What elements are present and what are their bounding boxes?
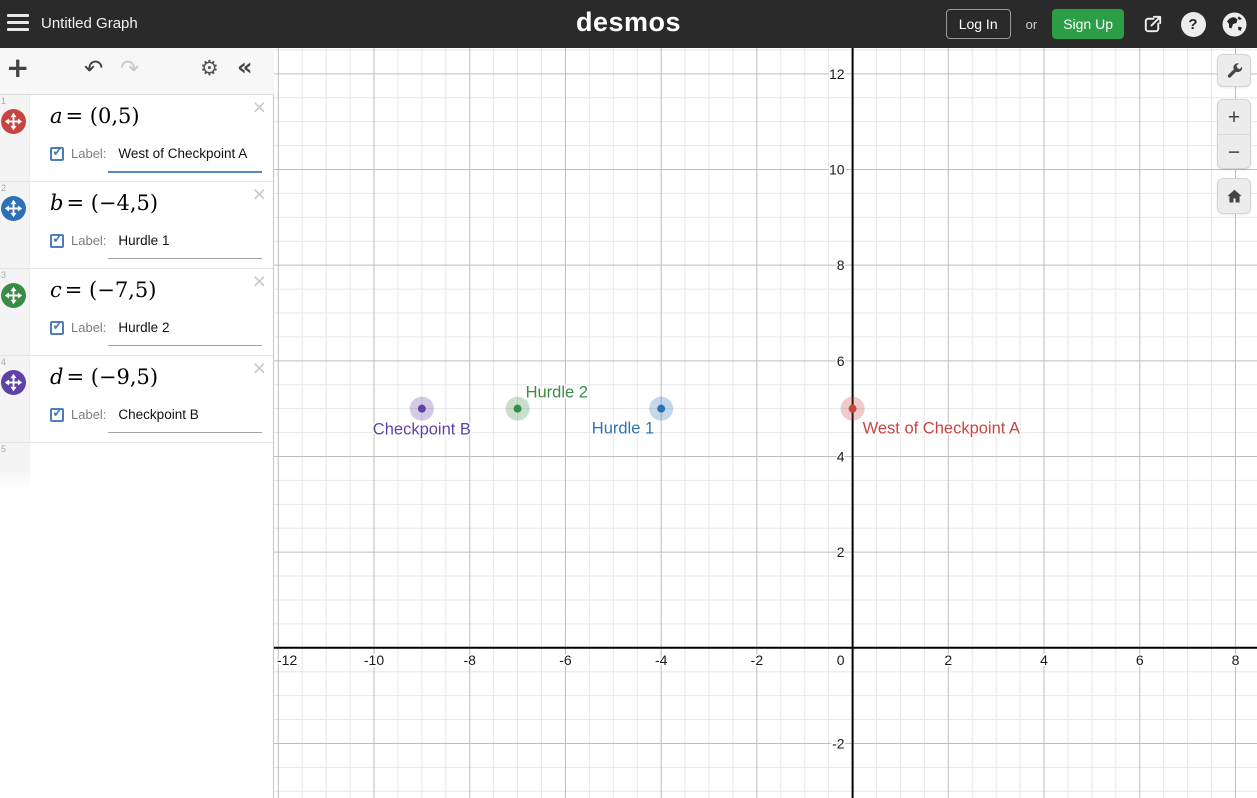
language-globe-icon[interactable] [1221,11,1247,37]
zoom-out-icon[interactable]: − [1218,135,1250,170]
delete-expression-icon[interactable]: × [253,270,266,293]
empty-expression-gutter[interactable]: 5 [0,443,30,491]
label-input-underline [108,258,262,259]
show-label-checkbox[interactable]: ✓ [50,404,64,422]
sign-up-button[interactable]: Sign Up [1052,9,1124,39]
label-input-underline [108,171,262,173]
point-label: Hurdle 2 [526,384,588,402]
axis-tick-label: 4 [837,448,845,464]
graph-point[interactable] [417,404,426,413]
graph-paper[interactable]: -12 -10 -8 -6 -4 -2 2 4 6 8 -2 2 4 6 8 10 12 0 West of Che… [274,48,1257,798]
movable-point-icon[interactable] [1,196,26,221]
label-input[interactable]: West of Checkpoint A [118,146,247,161]
label-input[interactable]: Checkpoint B [118,407,198,422]
axis-tick-label: 2 [944,652,952,668]
axis-tick-label: -12 [277,652,297,668]
axis-tick-label: -10 [364,652,384,668]
axis-tick-label: 0 [837,652,845,668]
axis-tick-label: 2 [837,544,845,560]
expression-row[interactable]: 1 × a = (0,5) ✓ Label: West of Checkpoint… [0,95,273,182]
axis-tick-label: 6 [1136,652,1144,668]
graph-point[interactable] [657,404,666,413]
log-in-button[interactable]: Log In [945,9,1011,39]
expression-number: 1 [1,96,7,106]
expression-latex[interactable]: a = (0,5) [50,104,140,128]
label-caption: Label: [71,233,107,248]
movable-point-icon[interactable] [1,370,26,395]
redo-icon[interactable]: ↷ [120,56,139,82]
collapse-sidebar-icon[interactable]: « [237,53,253,81]
expression-gutter[interactable]: 3 [0,269,30,355]
undo-icon[interactable]: ↶ [84,56,103,82]
point-label: Checkpoint B [373,421,471,439]
axis-tick-label: 10 [829,161,845,177]
expression-latex[interactable]: b = (−4,5) [50,191,158,215]
top-bar: Untitled Graph desmos Log In or Sign Up … [0,0,1257,48]
axis-tick-label: 8 [837,257,845,273]
expression-row[interactable]: 3 × c = (−7,5) ✓ Label: Hurdle 2 [0,269,273,356]
label-input-underline [108,345,262,346]
graph-point[interactable] [848,404,857,413]
zoom-controls: + − [1217,99,1251,169]
label-caption: Label: [71,407,107,422]
help-icon[interactable]: ? [1180,11,1206,37]
expression-number: 5 [1,444,7,454]
delete-expression-icon[interactable]: × [253,183,266,206]
topbar-right-cluster: Log In or Sign Up ? [945,0,1247,48]
point-label: West of Checkpoint A [863,420,1020,438]
expression-gutter[interactable]: 1 [0,95,30,181]
delete-expression-icon[interactable]: × [253,96,266,119]
expression-gutter[interactable]: 2 [0,182,30,268]
axis-tick-label: -2 [751,652,764,668]
zoom-in-icon[interactable]: + [1218,100,1250,135]
expression-row[interactable]: 2 × b = (−4,5) ✓ Label: Hurdle 1 [0,182,273,269]
share-icon[interactable] [1139,11,1165,37]
expression-gutter[interactable]: 4 [0,356,30,442]
show-label-checkbox[interactable]: ✓ [50,317,64,335]
axis-tick-label: 8 [1232,652,1240,668]
axis-tick-label: 6 [837,353,845,369]
expression-toolbar: + ↶ ↷ ⚙ « [0,48,274,95]
edit-list-gear-icon[interactable]: ⚙ [200,56,219,80]
expression-number: 4 [1,357,7,367]
expression-row[interactable]: 4 × d = (−9,5) ✓ Label: Checkpoint B [0,356,273,443]
label-input-underline [108,432,262,433]
movable-point-icon[interactable] [1,109,26,134]
point-label: Hurdle 1 [592,420,654,438]
axis-tick-label: 4 [1040,652,1048,668]
expression-latex[interactable]: d = (−9,5) [50,365,158,389]
axis-tick-label: -4 [655,652,668,668]
add-expression-icon[interactable]: + [6,51,29,84]
label-caption: Label: [71,320,107,335]
movable-point-icon[interactable] [1,283,26,308]
default-viewport-home-icon[interactable] [1217,178,1251,214]
label-caption: Label: [71,146,107,161]
axis-tick-label: -2 [832,735,845,751]
label-input[interactable]: Hurdle 2 [118,320,169,335]
label-input[interactable]: Hurdle 1 [118,233,169,248]
delete-expression-icon[interactable]: × [253,357,266,380]
graph-settings-wrench-icon[interactable] [1217,54,1251,87]
graph-canvas[interactable]: -12 -10 -8 -6 -4 -2 2 4 6 8 -2 2 4 6 8 10 12 0 West of Che… [274,48,1257,798]
graph-point[interactable] [513,404,522,413]
expression-number: 2 [1,183,7,193]
axis-tick-label: -6 [559,652,572,668]
or-label: or [1025,16,1038,32]
show-label-checkbox[interactable]: ✓ [50,143,64,161]
desmos-logo: desmos [575,7,682,37]
graph-title[interactable]: Untitled Graph [41,15,138,32]
expression-number: 3 [1,270,7,280]
axis-tick-label: -8 [464,652,477,668]
expression-latex[interactable]: c = (−7,5) [50,278,156,302]
main-menu-icon[interactable] [7,12,37,36]
show-label-checkbox[interactable]: ✓ [50,230,64,248]
axis-tick-label: 12 [829,66,845,82]
